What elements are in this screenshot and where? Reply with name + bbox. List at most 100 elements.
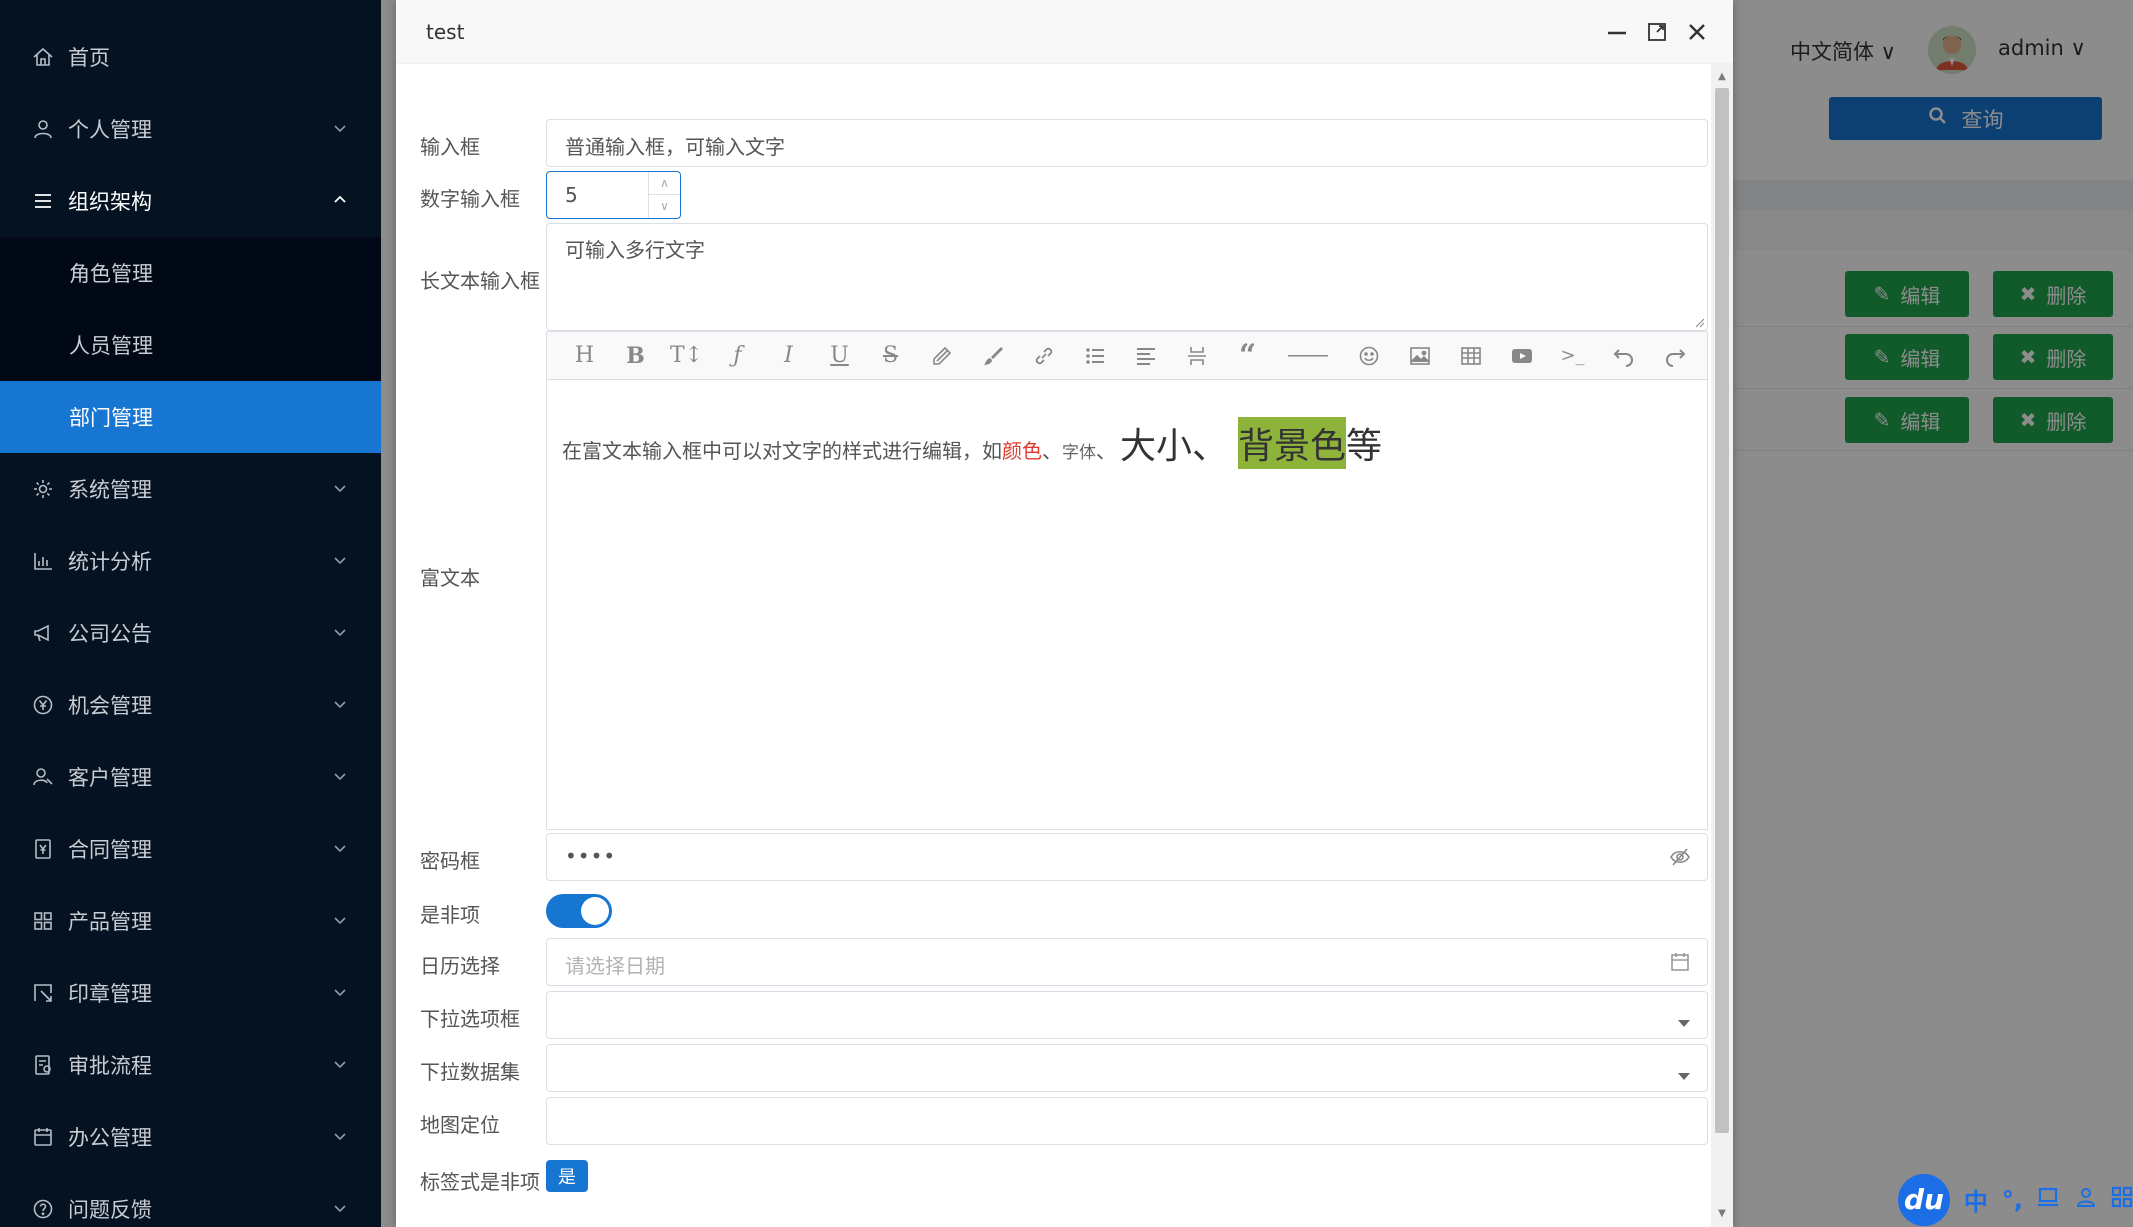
dialog-scrollbar[interactable]: ▲ ▼ xyxy=(1711,64,1733,1227)
textarea-label: 长文本输入框 xyxy=(420,269,540,293)
dataset-label: 下拉数据集 xyxy=(420,1060,520,1084)
sidebar-item-label: 问题反馈 xyxy=(68,1198,152,1222)
sidebar-item-personal[interactable]: 个人管理 xyxy=(0,93,381,165)
video-icon[interactable] xyxy=(1496,332,1547,380)
sidebar-item-approvals[interactable]: 审批流程 xyxy=(0,1029,381,1101)
text-input[interactable]: 普通输入框，可输入文字 xyxy=(546,119,1708,167)
chevron-up-icon xyxy=(329,189,351,211)
close-icon[interactable] xyxy=(1683,18,1711,46)
sidebar-item-customers[interactable]: 客户管理 xyxy=(0,741,381,813)
richtext-colored-text: 颜色 xyxy=(1002,439,1042,463)
scroll-up-icon[interactable]: ▲ xyxy=(1716,72,1728,82)
sidebar-item-label: 组织架构 xyxy=(68,190,152,214)
sidebar-item-label: 系统管理 xyxy=(68,478,152,502)
page-break-icon[interactable] xyxy=(1171,332,1222,380)
number-input[interactable]: 5 ∧ ∨ xyxy=(546,171,681,219)
richtext-text: 在富文本输入框中可以对文字的样式进行编辑，如 xyxy=(562,439,1002,463)
tag-yes-button[interactable]: 是 xyxy=(546,1160,588,1192)
chevron-down-icon xyxy=(329,837,351,859)
chevron-down-icon xyxy=(329,477,351,499)
strikethrough-icon[interactable]: S xyxy=(865,332,916,380)
chevron-down-icon xyxy=(329,1053,351,1075)
sidebar-item-products[interactable]: 产品管理 xyxy=(0,885,381,957)
date-placeholder: 请选择日期 xyxy=(565,954,665,978)
sidebar-item-organization[interactable]: 组织架构 xyxy=(0,165,381,237)
grid-icon[interactable] xyxy=(2111,1186,2133,1214)
code-icon[interactable]: >_ xyxy=(1547,332,1598,380)
sidebar-item-contracts[interactable]: 合同管理 xyxy=(0,813,381,885)
select-dropdown[interactable] xyxy=(546,991,1708,1039)
sidebar-item-roles[interactable]: 角色管理 xyxy=(0,237,381,309)
emoji-icon[interactable] xyxy=(1343,332,1394,380)
stepper-up-icon[interactable]: ∧ xyxy=(649,172,680,195)
sidebar-item-home[interactable]: 首页 xyxy=(0,21,381,93)
stepper-down-icon[interactable]: ∨ xyxy=(649,195,680,217)
ime-mode[interactable]: 中 xyxy=(1964,1182,1988,1217)
richtext-content[interactable]: 在富文本输入框中可以对文字的样式进行编辑，如 颜色 、 字体 、 大小、 背景色… xyxy=(562,417,1382,469)
sidebar-item-office[interactable]: 办公管理 xyxy=(0,1101,381,1173)
font-size-icon[interactable]: T↕ xyxy=(661,332,712,380)
scroll-down-icon[interactable]: ▼ xyxy=(1716,1209,1728,1219)
brush-icon[interactable] xyxy=(967,332,1018,380)
sidebar-item-departments[interactable]: 部门管理 xyxy=(0,381,381,453)
toggle-switch[interactable] xyxy=(546,894,612,928)
highlight-icon[interactable] xyxy=(916,332,967,380)
sidebar-item-announcements[interactable]: 公司公告 xyxy=(0,597,381,669)
textarea[interactable]: 可输入多行文字 xyxy=(546,223,1708,331)
image-icon[interactable] xyxy=(1394,332,1445,380)
number-stepper: ∧ ∨ xyxy=(648,172,680,218)
sidebar-item-label: 产品管理 xyxy=(68,910,152,934)
chevron-down-icon xyxy=(329,1197,351,1219)
quote-icon[interactable]: “ xyxy=(1222,332,1273,380)
ime-logo[interactable]: du xyxy=(1898,1173,1950,1226)
undo-icon[interactable] xyxy=(1598,332,1649,380)
password-input[interactable]: •••• xyxy=(546,833,1708,881)
table-icon[interactable] xyxy=(1445,332,1496,380)
calendar-icon xyxy=(32,1126,54,1148)
italic-icon[interactable]: I xyxy=(763,332,814,380)
maximize-icon[interactable] xyxy=(1643,18,1671,46)
sidebar-item-staff[interactable]: 人员管理 xyxy=(0,309,381,381)
redo-icon[interactable] xyxy=(1649,332,1700,380)
user-icon[interactable] xyxy=(2075,1186,2097,1214)
header-icon[interactable]: H xyxy=(559,332,610,380)
toggle-knob xyxy=(581,897,609,925)
tag-label: 标签式是非项 xyxy=(420,1170,540,1194)
hr-icon[interactable] xyxy=(1273,332,1343,380)
form-row-switch: 是非项 xyxy=(420,891,1710,931)
sidebar-item-label: 公司公告 xyxy=(68,622,152,646)
sidebar: 首页 个人管理 组织架构 角色管理 人员管理 部门管理 系统管理 统计分析 公司… xyxy=(0,0,381,1227)
approval-icon xyxy=(32,1054,54,1076)
sidebar-item-label: 印章管理 xyxy=(68,982,152,1006)
richtext-highlight-text: 背景色 xyxy=(1238,417,1347,469)
map-location-input[interactable] xyxy=(546,1097,1708,1145)
input-label: 输入框 xyxy=(420,135,480,159)
list-icon[interactable] xyxy=(1069,332,1120,380)
sidebar-item-stamps[interactable]: 印章管理 xyxy=(0,957,381,1029)
map-label: 地图定位 xyxy=(420,1113,500,1137)
eye-off-icon[interactable] xyxy=(1669,846,1691,873)
bold-icon[interactable]: B xyxy=(610,332,661,380)
scroll-thumb[interactable] xyxy=(1715,88,1729,1133)
sidebar-item-system[interactable]: 系统管理 xyxy=(0,453,381,525)
underline-icon[interactable]: U xyxy=(814,332,865,380)
sidebar-item-opportunities[interactable]: 机会管理 xyxy=(0,669,381,741)
font-family-icon[interactable]: ƒ xyxy=(712,332,763,380)
dataset-dropdown[interactable] xyxy=(546,1044,1708,1092)
minimize-icon[interactable] xyxy=(1603,18,1631,46)
punctuation-icon[interactable]: °, xyxy=(2002,1186,2023,1214)
link-icon[interactable] xyxy=(1018,332,1069,380)
date-picker[interactable]: 请选择日期 xyxy=(546,938,1708,986)
gear-icon xyxy=(32,478,54,500)
password-label: 密码框 xyxy=(420,849,480,873)
keyboard-icon[interactable] xyxy=(2037,1186,2061,1214)
form-row-dataset: 下拉数据集 xyxy=(420,1044,1710,1092)
resize-handle-icon[interactable] xyxy=(1693,316,1705,328)
align-icon[interactable] xyxy=(1120,332,1171,380)
chevron-down-icon xyxy=(329,621,351,643)
megaphone-icon xyxy=(32,622,54,644)
sidebar-item-statistics[interactable]: 统计分析 xyxy=(0,525,381,597)
contract-icon xyxy=(32,838,54,860)
sidebar-item-feedback[interactable]: 问题反馈 xyxy=(0,1173,381,1227)
sidebar-item-label: 部门管理 xyxy=(69,406,153,430)
